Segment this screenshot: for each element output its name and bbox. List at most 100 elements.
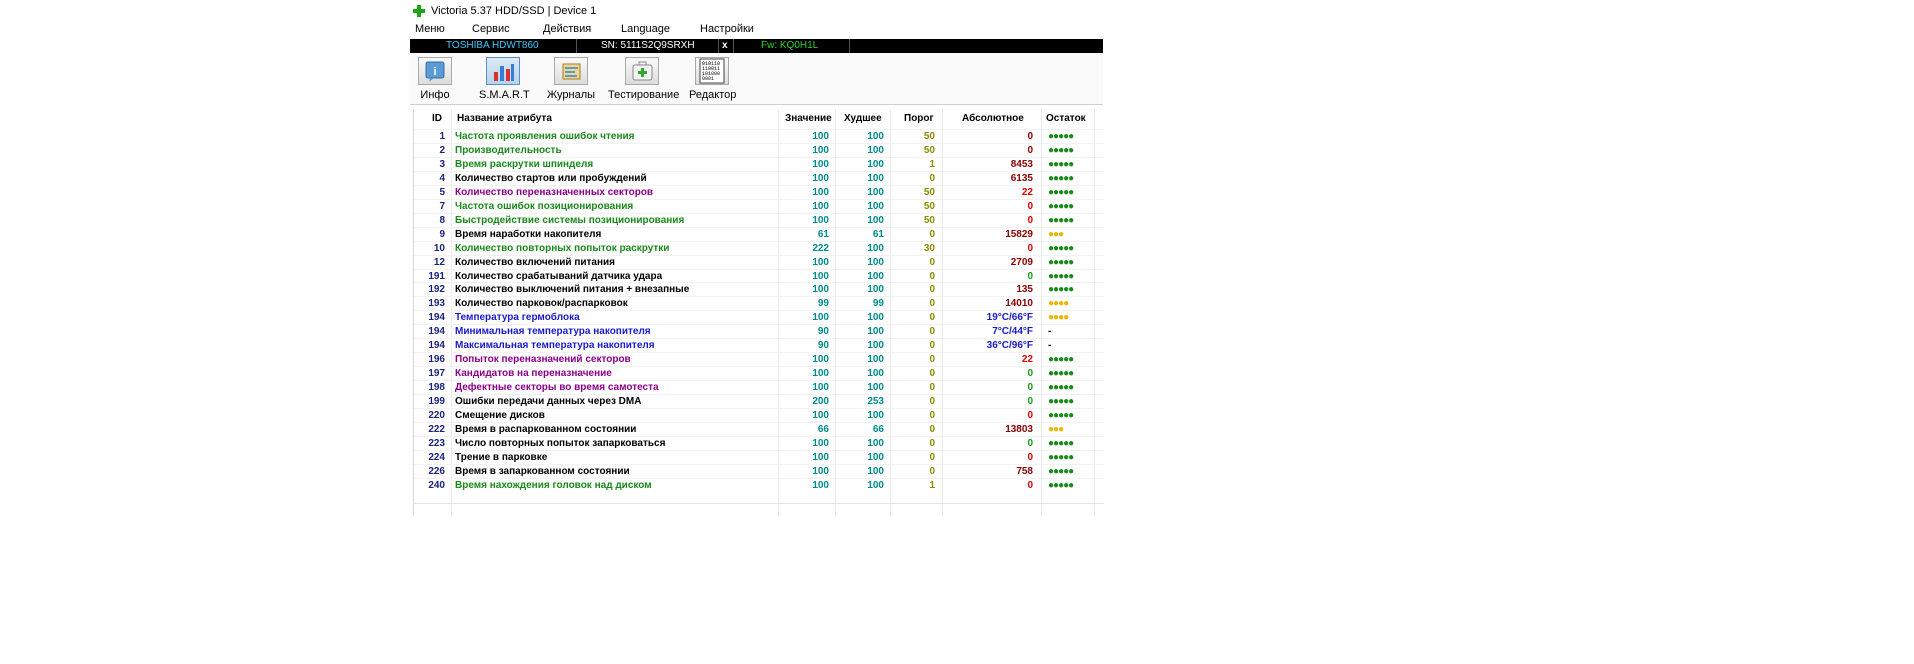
cell-name: Быстродействие системы позиционирования xyxy=(455,214,685,226)
cell-name: Время в распаркованном состоянии xyxy=(455,423,637,435)
table-row[interactable]: 198 Дефектные секторы во время самотеста 1… xyxy=(414,380,1104,395)
cell-raw: 135 xyxy=(1016,284,1033,296)
cell-name: Количество выключений питания + внезапны… xyxy=(455,284,690,296)
cell-worst: 100 xyxy=(867,451,884,463)
cell-threshold: 0 xyxy=(929,256,935,268)
cell-raw: 6135 xyxy=(1010,172,1033,184)
cell-health: ●●●●● xyxy=(1048,479,1074,491)
journal-icon xyxy=(554,57,588,85)
cell-value: 100 xyxy=(812,479,829,491)
cell-health: ●●●●● xyxy=(1048,437,1074,449)
header-health[interactable]: Остаток xyxy=(1046,113,1086,124)
table-row[interactable]: 2 Производительность 100 100 50 0 ●●●●● xyxy=(414,142,1104,158)
cell-worst: 100 xyxy=(867,312,884,324)
header-raw[interactable]: Абсолютное xyxy=(962,113,1024,124)
cell-id: 194 xyxy=(428,340,445,352)
table-row[interactable]: 9 Время наработки накопителя 61 61 0 15829 ●●● xyxy=(414,226,1104,242)
table-row[interactable]: 192 Количество выключений питания + внеза… xyxy=(414,282,1104,297)
table-row[interactable]: 5 Количество переназначенных секторов 100 1… xyxy=(414,184,1104,200)
header-name[interactable]: Название атрибута xyxy=(457,113,552,124)
cell-health: ●●●●● xyxy=(1048,186,1074,198)
menu-item-language[interactable]: Language xyxy=(621,23,670,35)
table-row[interactable]: 4 Количество стартов или пробуждений 100 10… xyxy=(414,170,1104,186)
header-value[interactable]: Значение xyxy=(785,113,832,124)
menu-item-settings[interactable]: Настройки xyxy=(700,23,754,35)
cell-id: 3 xyxy=(439,158,445,170)
table-row[interactable]: 194 Максимальная температура накопителя 90… xyxy=(414,338,1104,353)
cell-health: ●●● xyxy=(1048,228,1064,240)
tool-testing-button[interactable]: Тестирование xyxy=(608,57,680,101)
table-row[interactable]: 194 Минимальная температура накопителя 90 1… xyxy=(414,324,1104,339)
table-row[interactable]: 12 Количество включений питания 100 100 0 270… xyxy=(414,254,1104,270)
header-threshold[interactable]: Порог xyxy=(904,113,934,124)
table-row[interactable]: 240 Время нахождения головок над диском 10… xyxy=(414,477,1104,493)
cell-name: Время раскрутки шпинделя xyxy=(455,158,594,170)
cell-raw: 0 xyxy=(1027,131,1033,142)
cell-value: 100 xyxy=(812,172,829,184)
table-row[interactable]: 10 Количество повторных попыток раскрутки… xyxy=(414,240,1104,256)
table-row[interactable]: 197 Кандидатов на переназначение 100 100 0 0 ●… xyxy=(414,366,1104,381)
cell-value: 100 xyxy=(812,158,829,170)
cell-worst: 100 xyxy=(867,326,884,338)
table-row[interactable]: 196 Попыток переназначений секторов 100 100… xyxy=(414,352,1104,367)
menu-item-service[interactable]: Сервис xyxy=(472,23,510,35)
cell-threshold: 0 xyxy=(929,437,935,449)
header-id[interactable]: ID xyxy=(432,113,442,124)
cell-id: 10 xyxy=(433,242,445,254)
title-bar: Victoria 5.37 HDD/SSD | Device 1 xyxy=(410,2,1103,22)
table-row[interactable]: 226 Время в запаркованном состоянии 100 100… xyxy=(414,463,1104,479)
cell-threshold: 30 xyxy=(923,242,935,254)
tool-label: Тестирование xyxy=(608,89,680,101)
cell-value: 100 xyxy=(812,200,829,212)
menu-item-actions[interactable]: Действия xyxy=(543,23,591,35)
cell-name: Частота проявления ошибок чтения xyxy=(455,131,635,142)
smart-chart-icon xyxy=(486,57,520,85)
table-header: ID Название атрибута Значение Худшее Пор… xyxy=(414,109,1104,129)
table-row[interactable]: 223 Число повторных попыток запарковаться… xyxy=(414,435,1104,451)
table-row[interactable]: 8 Быстродействие системы позиционирования… xyxy=(414,212,1104,228)
table-row[interactable]: 191 Количество срабатываний датчика удара… xyxy=(414,268,1104,284)
tool-smart-button[interactable]: S.M.A.R.T xyxy=(479,57,530,101)
cell-name: Минимальная температура накопителя xyxy=(455,326,651,338)
cell-health: ●●●●● xyxy=(1048,451,1074,463)
cell-value: 200 xyxy=(812,396,829,408)
table-row[interactable]: 7 Частота ошибок позиционирования 100 100 50… xyxy=(414,198,1104,214)
cell-id: 2 xyxy=(439,144,445,156)
cell-id: 222 xyxy=(428,423,445,435)
medkit-icon xyxy=(625,57,659,85)
table-row[interactable]: 194 Температура гермоблока 100 100 0 19°C/66°… xyxy=(414,310,1104,325)
cell-worst: 100 xyxy=(867,200,884,212)
menu-item-menu[interactable]: Меню xyxy=(415,23,445,35)
table-row[interactable]: 224 Трение в парковке 100 100 0 0 ●●●●● xyxy=(414,449,1104,465)
table-row[interactable]: 220 Смещение дисков 100 100 0 0 ●●●●● xyxy=(414,408,1104,423)
cell-name: Частота ошибок позиционирования xyxy=(455,200,634,212)
table-row[interactable]: 199 Ошибки передачи данных через DMA 200 25… xyxy=(414,394,1104,409)
tool-info-button[interactable]: i Инфо xyxy=(417,57,453,101)
header-worst[interactable]: Худшее xyxy=(844,113,882,124)
cell-id: 223 xyxy=(428,437,445,449)
cell-raw: 14010 xyxy=(1005,298,1033,310)
tool-journals-button[interactable]: Журналы xyxy=(547,57,595,101)
cell-name: Кандидатов на переназначение xyxy=(455,368,612,380)
device-separator xyxy=(718,39,719,53)
cell-threshold: 0 xyxy=(929,228,935,240)
table-row[interactable]: 193 Количество парковок/распарковок 99 99 0 1… xyxy=(414,296,1104,311)
cell-raw: 0 xyxy=(1027,214,1033,226)
cell-worst: 100 xyxy=(867,368,884,380)
editor-icon-line: 0001 xyxy=(702,76,714,82)
cell-health: ●●●● xyxy=(1048,312,1069,324)
tool-editor-button[interactable]: 010110 110011 101000 0001 Редактор xyxy=(689,57,736,101)
device-close-button[interactable]: x xyxy=(722,40,728,51)
cell-health: ●●●●● xyxy=(1048,382,1074,394)
cell-threshold: 1 xyxy=(929,158,935,170)
cell-worst: 100 xyxy=(867,479,884,491)
table-row[interactable]: 1 Частота проявления ошибок чтения 100 100 5… xyxy=(414,129,1104,144)
cell-id: 224 xyxy=(428,451,445,463)
cell-health: ●●●●● xyxy=(1048,256,1074,268)
table-row[interactable]: 3 Время раскрутки шпинделя 100 100 1 8453 ●●●●… xyxy=(414,156,1104,172)
cell-health: ●●●●● xyxy=(1048,270,1074,282)
device-separator xyxy=(733,39,734,53)
cell-id: 198 xyxy=(428,382,445,394)
cell-threshold: 0 xyxy=(929,368,935,380)
table-row[interactable]: 222 Время в распаркованном состоянии 66 66 0… xyxy=(414,421,1104,437)
